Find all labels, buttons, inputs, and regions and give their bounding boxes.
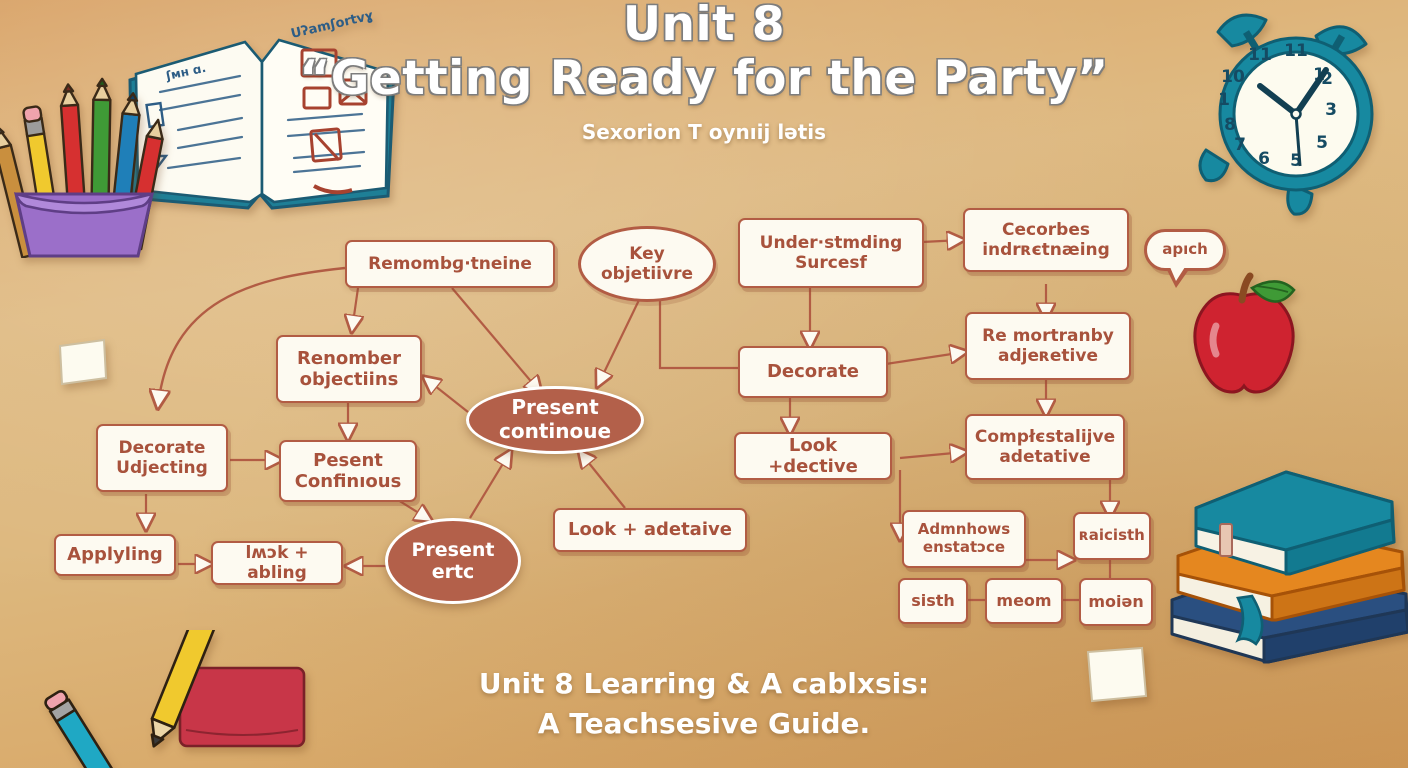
sticky-note-icon [56,338,110,386]
book-stack-icon [1168,424,1408,680]
node-moian[interactable]: moiən [1079,578,1153,626]
node-re-mortranby[interactable]: Re mortranby adjeʀetive [965,312,1131,380]
node-look-dective[interactable]: Look +dective [734,432,892,480]
node-describes[interactable]: Cecorbes indrʀєtnæing [963,208,1129,272]
node-applying[interactable]: Applyling [54,534,176,576]
node-remember-objectins[interactable]: Renomber objectiins [276,335,422,403]
node-look-adetaive[interactable]: Look + adetaive [553,508,747,552]
footer-line-2: A Teachsesive Guide. [537,707,871,740]
node-pesent-confinious[interactable]: Pesent Confinıous [279,440,417,502]
node-decorate-udjecting[interactable]: Decorate Udjecting [96,424,228,492]
node-raicisth[interactable]: ʀaicisth [1073,512,1151,560]
node-meom[interactable]: meom [985,578,1063,624]
node-understanding[interactable]: Under·stmding Surcesf [738,218,924,288]
node-present-continoue[interactable]: Present continoue [466,386,644,454]
poster-footer-block: Unit 8 Learring & A cablxsis: A Teachses… [0,664,1408,744]
node-remembering[interactable]: Remombɡ·tneine [345,240,555,288]
title-subtitle: Sexorion T oynıĳ lətis [581,120,827,144]
title-line-1: Unit 8 [622,0,786,52]
node-apple-speech-bubble[interactable]: apıch [1144,229,1226,271]
node-decorate-right[interactable]: Decorate [738,346,888,398]
svg-text:6: 6 [1258,149,1270,169]
poster-canvas: Uʔamʃоrtvɣ ʃмн ɑ. 11 11 1 2 3 5 5 6 7 8 … [0,0,1408,768]
node-comparative-adjective[interactable]: Compłєstalijve adetative [965,414,1125,480]
footer-line-1: Unit 8 Learring & A cablxsis: [478,667,930,700]
node-present-ertc[interactable]: Present ertc [385,518,521,604]
apple-icon [1180,270,1310,400]
node-sisth[interactable]: sisth [898,578,968,624]
speech-bubble-tail [1166,267,1190,288]
poster-title-block: Unit 8 “Getting Ready for the Party” Sex… [0,0,1408,144]
node-key-objective[interactable]: Key objetiivre [578,226,716,302]
title-line-2: “Getting Ready for the Party” [299,51,1109,106]
node-look-abling[interactable]: lʍɔk + abling [211,541,343,585]
node-admnhows-enstatoce[interactable]: Admnhows enstatɔce [902,510,1026,568]
